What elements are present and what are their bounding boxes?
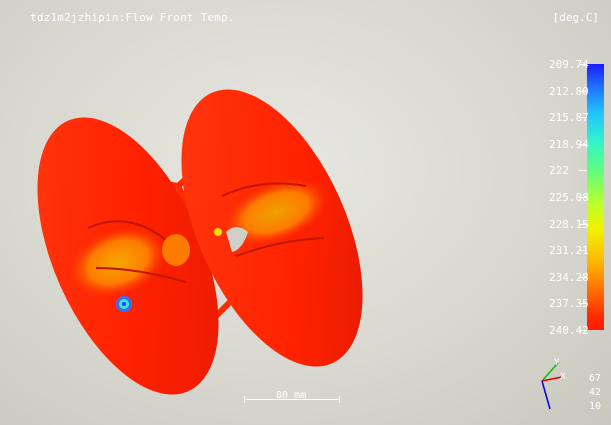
triad-y-label: Y bbox=[554, 358, 560, 368]
legend-value-label: 228.15 bbox=[549, 218, 589, 231]
legend-value-label: 237.35 bbox=[549, 297, 589, 310]
legend-value-label: 240.42 bbox=[549, 324, 589, 337]
color-legend-bar bbox=[587, 64, 604, 330]
legend-value-label: 215.87 bbox=[549, 111, 589, 124]
gate-marker bbox=[214, 228, 222, 236]
scale-bar-label: 80 mm bbox=[276, 390, 307, 401]
triad-x-label: X bbox=[560, 372, 566, 382]
triad-angle-1: 67 bbox=[589, 373, 602, 384]
legend-value-label: 212.80 bbox=[549, 85, 589, 98]
legend-value-label: 231.21 bbox=[549, 244, 589, 257]
legend-value-label: 225.08 bbox=[549, 191, 589, 204]
legend-value-label: 218.94 bbox=[549, 138, 589, 151]
legend-value-label: 209.74 bbox=[549, 58, 589, 71]
part-model[interactable] bbox=[0, 0, 611, 425]
legend-value-label: 234.28 bbox=[549, 271, 589, 284]
axis-triad: Y X bbox=[541, 358, 566, 410]
legend-value-label: 222 bbox=[549, 164, 569, 177]
triad-angle-2: 42 bbox=[589, 387, 602, 398]
triad-angle-3: 10 bbox=[589, 401, 602, 412]
model-viewport[interactable]: tdz1m2jzhipin:Flow Front Temp. [deg.C] 2… bbox=[0, 0, 611, 425]
low-temp-spot bbox=[116, 296, 132, 312]
